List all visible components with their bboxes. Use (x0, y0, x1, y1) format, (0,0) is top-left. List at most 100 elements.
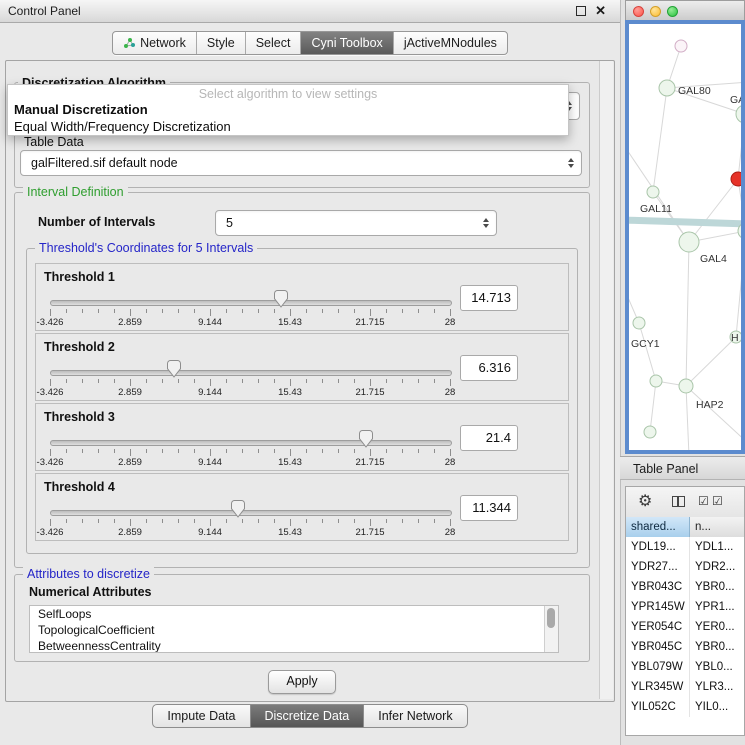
network-node[interactable] (647, 186, 659, 198)
num-intervals-combo[interactable]: 5 (215, 210, 497, 236)
slider-tick (434, 519, 435, 523)
threshold-value-input[interactable]: 11.344 (460, 495, 518, 521)
table-data-label: Table Data (24, 135, 84, 149)
zoom-traffic-light[interactable] (667, 6, 678, 17)
attribute-list-item[interactable]: SelfLoops (30, 606, 558, 622)
network-node[interactable] (731, 172, 741, 186)
list-scrollbar[interactable] (544, 606, 558, 652)
network-edge[interactable] (686, 386, 741, 444)
network-canvas-svg[interactable]: GAL80GAGAL11GAL4GCY1HHAP2 (629, 24, 741, 450)
cell-shared-name: YPR145W (626, 597, 690, 617)
network-edge[interactable] (629, 220, 741, 224)
tab-style[interactable]: Style (197, 32, 246, 54)
network-edge[interactable] (639, 323, 656, 381)
network-edge[interactable] (738, 114, 741, 179)
slider-tick (66, 309, 67, 313)
threshold-value-input[interactable]: 6.316 (460, 355, 518, 381)
table-row[interactable]: YBR043CYBR0... (626, 577, 744, 597)
slider-tick (82, 379, 83, 383)
threshold-value-input[interactable]: 21.4 (460, 425, 518, 451)
columns-icon[interactable] (672, 496, 685, 507)
network-edge[interactable] (689, 179, 738, 242)
bottom-tab-impute-data[interactable]: Impute Data (152, 704, 250, 728)
table-row[interactable]: YDL19...YDL1... (626, 537, 744, 557)
checkbox-icon[interactable]: ☑ (712, 494, 723, 508)
float-window-icon[interactable] (576, 6, 586, 16)
column-header-shared-name[interactable]: shared... (626, 517, 690, 537)
cell-name: YBR0... (690, 637, 744, 657)
slider-tick (434, 379, 435, 383)
cell-shared-name: YER054C (626, 617, 690, 637)
numerical-attributes-list[interactable]: SelfLoopsTopologicalCoefficientBetweenne… (29, 605, 559, 653)
threshold-slider-thumb[interactable] (274, 290, 288, 308)
network-canvas[interactable]: GAL80GAGAL11GAL4GCY1HHAP2 (625, 20, 745, 454)
slider-tick (178, 519, 179, 523)
threshold-slider-track[interactable] (50, 510, 452, 516)
network-edge[interactable] (686, 242, 689, 386)
column-header-name[interactable]: n... (690, 517, 744, 537)
slider-tick (322, 309, 323, 313)
slider-tick-label: 2.859 (105, 317, 155, 328)
dropdown-option-equal-width[interactable]: Equal Width/Frequency Discretization (8, 118, 568, 135)
network-node[interactable] (650, 375, 662, 387)
threshold-slider-thumb[interactable] (231, 500, 245, 518)
slider-tick (194, 309, 195, 313)
network-node[interactable] (659, 80, 675, 96)
slider-tick (354, 309, 355, 313)
checkbox-icon[interactable]: ☑ (698, 494, 709, 508)
attribute-list-item[interactable]: BetweennessCentrality (30, 638, 558, 653)
threshold-slider-track[interactable] (50, 440, 452, 446)
table-row[interactable]: YLR345WYLR3... (626, 677, 744, 697)
tab-jactivemnodules[interactable]: jActiveMNodules (394, 32, 507, 54)
gear-icon[interactable]: ⚙ (638, 491, 652, 511)
network-window-titlebar[interactable] (625, 0, 745, 20)
network-node[interactable] (736, 105, 741, 123)
network-edge[interactable] (686, 386, 689, 450)
numerical-attributes-label: Numerical Attributes (29, 585, 151, 599)
cell-shared-name: YDR27... (626, 557, 690, 577)
close-icon[interactable]: ✕ (595, 0, 606, 22)
table-row[interactable]: YIL052CYIL0... (626, 697, 744, 717)
threshold-slider-thumb[interactable] (167, 360, 181, 378)
threshold-slider-thumb[interactable] (359, 430, 373, 448)
attribute-list-item[interactable]: TopologicalCoefficient (30, 622, 558, 638)
network-node[interactable] (633, 317, 645, 329)
network-edge[interactable] (686, 337, 736, 386)
table-row[interactable]: YDR27...YDR2... (626, 557, 744, 577)
slider-tick (258, 449, 259, 453)
slider-tick (210, 379, 211, 386)
table-panel-header[interactable]: Table Panel (620, 456, 745, 480)
minimize-traffic-light[interactable] (650, 6, 661, 17)
table-panel-title: Table Panel (633, 462, 698, 476)
network-node[interactable] (644, 426, 656, 438)
table-data-combo[interactable]: galFiltered.sif default node (20, 150, 582, 176)
control-panel-titlebar[interactable]: Control Panel ✕ (0, 0, 620, 23)
tab-cyni-toolbox[interactable]: Cyni Toolbox (301, 32, 393, 54)
table-row[interactable]: YBL079WYBL0... (626, 657, 744, 677)
network-edge[interactable] (653, 88, 667, 192)
panel-scrollbar[interactable] (599, 61, 613, 699)
table-row[interactable]: YPR145WYPR1... (626, 597, 744, 617)
network-edge[interactable] (650, 381, 656, 432)
table-row[interactable]: YBR045CYBR0... (626, 637, 744, 657)
close-traffic-light[interactable] (633, 6, 644, 17)
slider-tick-label: -3.426 (25, 387, 75, 398)
bottom-tab-infer-network[interactable]: Infer Network (363, 704, 467, 728)
threshold-value-input[interactable]: 14.713 (460, 285, 518, 311)
network-node[interactable] (679, 232, 699, 252)
dropdown-option-manual-discretization[interactable]: Manual Discretization (8, 101, 568, 118)
network-edge[interactable] (736, 231, 741, 337)
tab-select[interactable]: Select (246, 32, 302, 54)
slider-tick-labels: -3.4262.8599.14415.4321.71528 (50, 387, 452, 398)
apply-button[interactable]: Apply (268, 670, 336, 694)
scrollbar-thumb[interactable] (547, 608, 555, 628)
network-node[interactable] (679, 379, 693, 393)
threshold-slider-track[interactable] (50, 370, 452, 376)
network-node[interactable] (675, 40, 687, 52)
slider-tick (386, 449, 387, 453)
bottom-tab-discretize-data[interactable]: Discretize Data (250, 704, 365, 728)
cell-name: YDR2... (690, 557, 744, 577)
threshold-slider-track[interactable] (50, 300, 452, 306)
table-row[interactable]: YER054CYER0... (626, 617, 744, 637)
tab-network[interactable]: Network (113, 32, 197, 54)
